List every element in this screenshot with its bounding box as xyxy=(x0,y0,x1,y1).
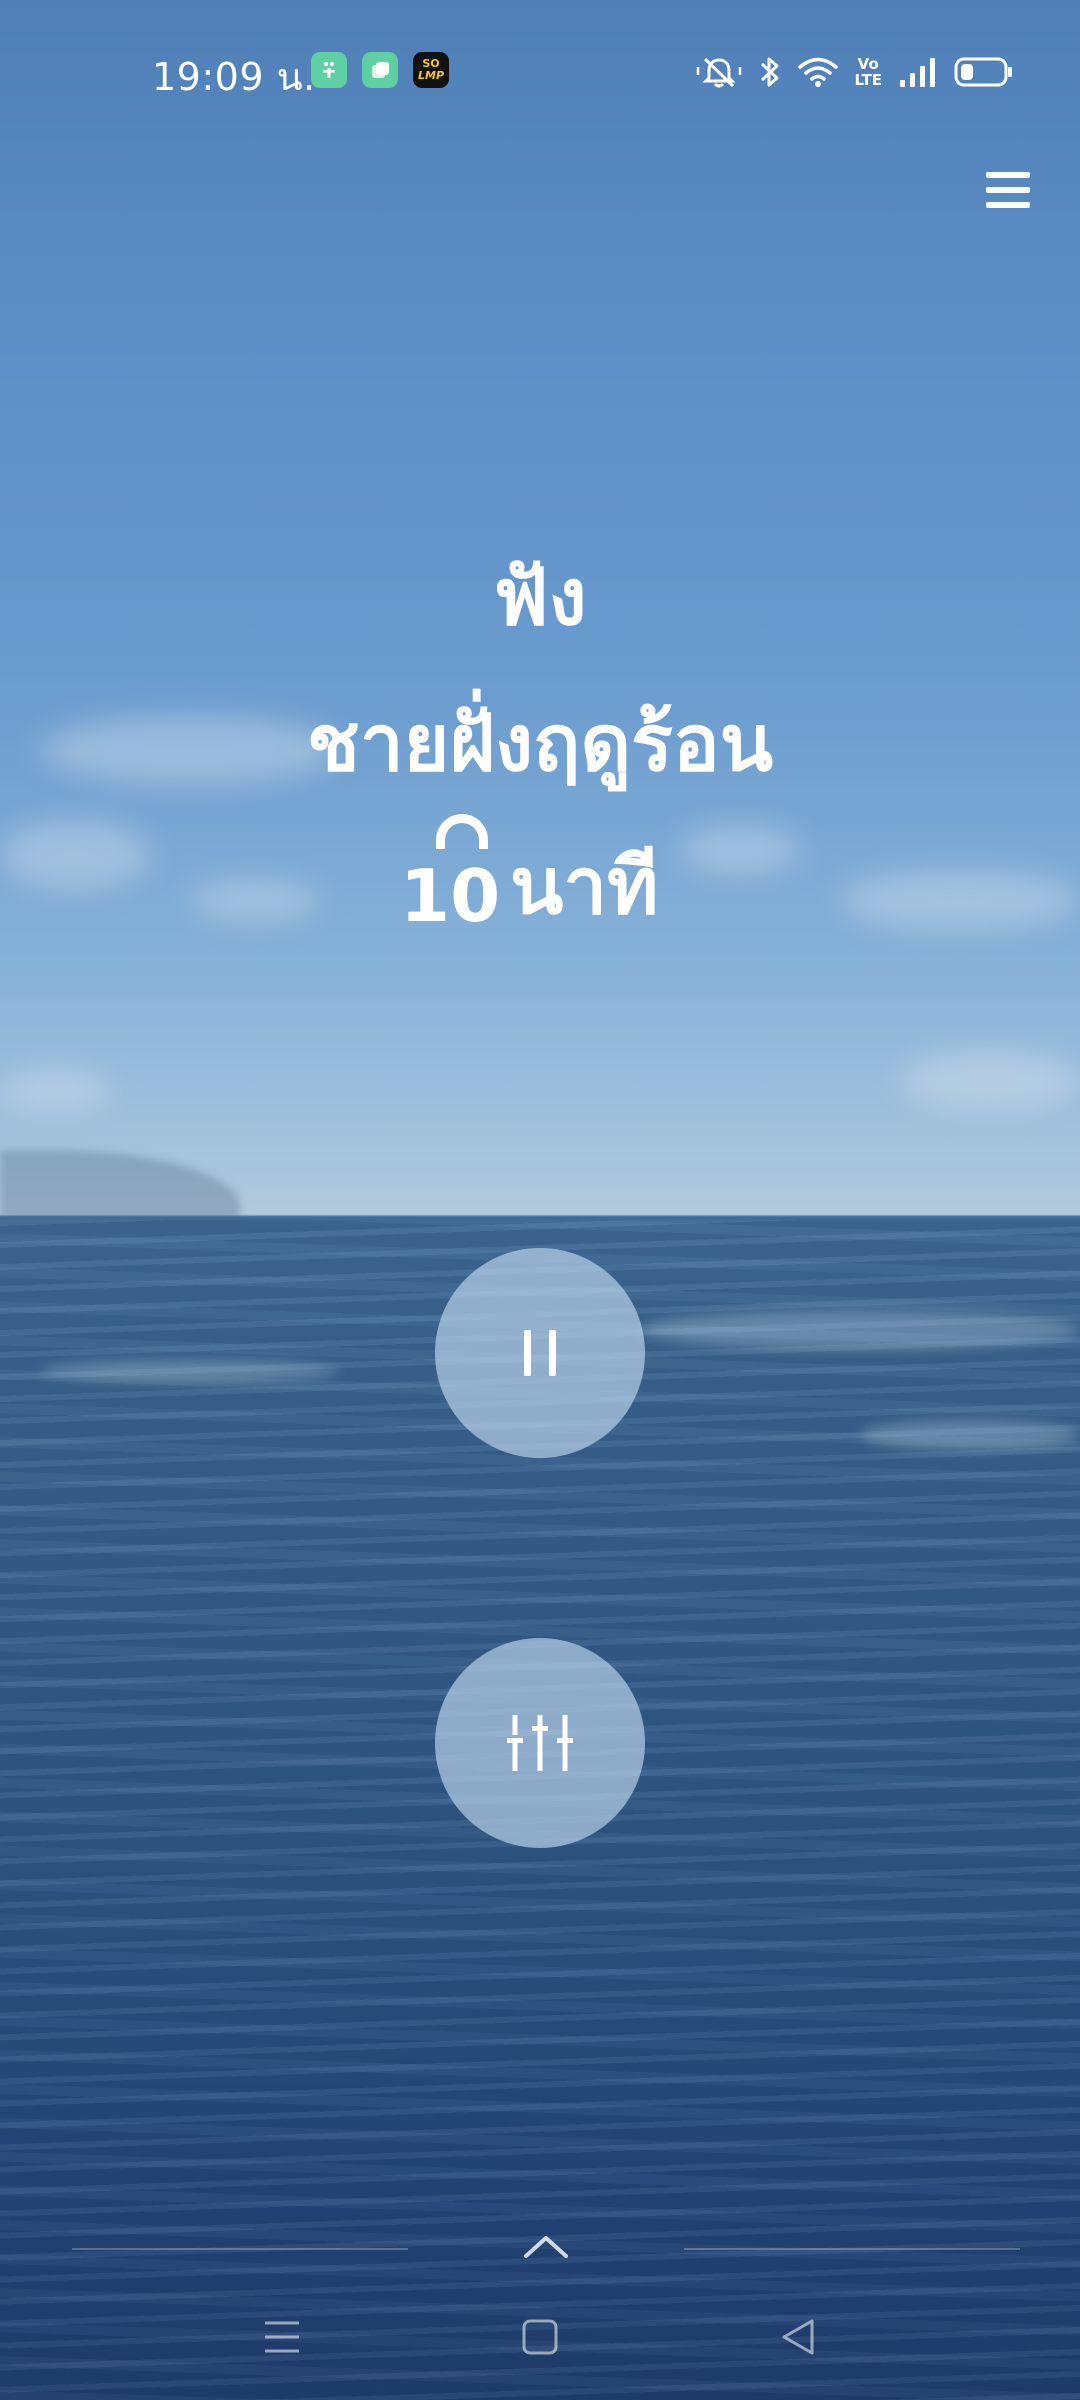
status-icons: Vo LTE xyxy=(696,50,1014,94)
divider-right xyxy=(684,2248,1020,2250)
volte-icon: Vo LTE xyxy=(854,56,882,88)
duration-scroll-indicator xyxy=(436,814,488,849)
swipe-up-icon[interactable] xyxy=(522,2232,570,2266)
title-listen: ฟัง xyxy=(493,553,587,643)
sliders-icon xyxy=(507,1715,573,1771)
pause-icon xyxy=(524,1330,556,1376)
hamburger-menu-icon[interactable] xyxy=(986,168,1030,212)
back-icon[interactable] xyxy=(773,2312,823,2362)
signal-icon xyxy=(898,56,938,88)
home-icon[interactable] xyxy=(515,2312,565,2362)
status-time: 19:09 น. xyxy=(152,55,316,99)
session-title: ฟัง ชายฝั่งฤดูร้อน 10 นาที xyxy=(0,548,1080,944)
fitness-app-icon xyxy=(311,52,347,88)
recent-apps-icon[interactable] xyxy=(257,2312,307,2362)
sound-mixer-button[interactable] xyxy=(435,1638,645,1848)
menu-bar xyxy=(986,202,1030,208)
duration-unit: นาที xyxy=(510,842,659,932)
mute-icon xyxy=(696,55,742,89)
title-sound-name: ชายฝั่งฤดูร้อน xyxy=(306,699,774,789)
duration-value[interactable]: 10 xyxy=(400,854,500,938)
divider-left xyxy=(72,2248,408,2250)
session-duration: 10 นาที xyxy=(0,814,1080,944)
wifi-icon xyxy=(798,56,839,88)
wave-crest xyxy=(860,1420,1080,1450)
wave-crest xyxy=(640,1310,1080,1350)
wave-crest xyxy=(40,1360,340,1382)
pause-button[interactable] xyxy=(435,1248,645,1458)
solmp-app-icon: SO LMP xyxy=(413,52,449,88)
solmp-label-bottom: LMP xyxy=(417,69,445,82)
chat-app-icon xyxy=(362,52,398,88)
volte-label-bottom: LTE xyxy=(854,71,882,89)
status-bar: 19:09 น. SO LMP Vo LTE xyxy=(0,0,1080,140)
volte-label-top: Vo xyxy=(857,55,879,73)
system-nav-bar xyxy=(0,2290,1080,2380)
cloud xyxy=(900,1050,1080,1110)
menu-bar xyxy=(986,172,1030,178)
distant-hill xyxy=(0,1150,240,1220)
menu-bar xyxy=(986,187,1030,193)
bluetooth-icon xyxy=(758,55,782,89)
battery-icon xyxy=(954,56,1014,88)
screen: 19:09 น. SO LMP Vo LTE ฟัง ชายฝั่งฤดูร้อ… xyxy=(0,0,1080,2400)
cloud xyxy=(0,1070,110,1110)
